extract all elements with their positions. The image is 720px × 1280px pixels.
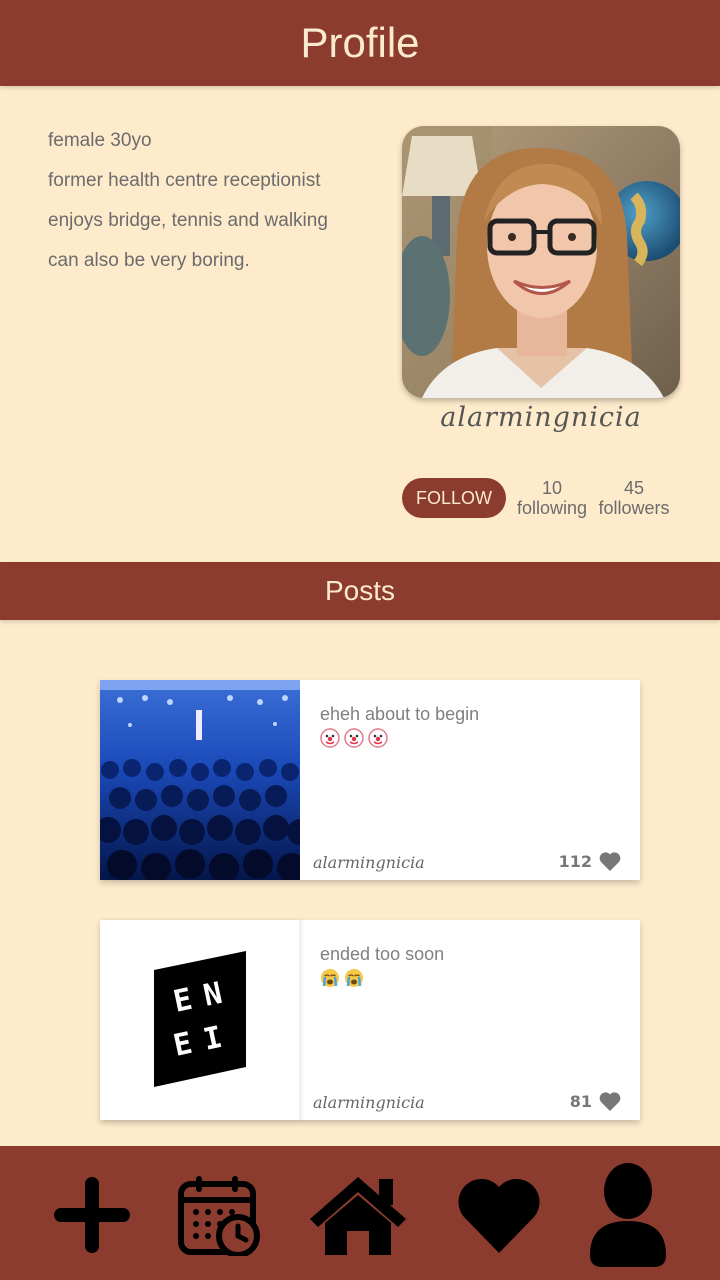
crying-emoji-icon <box>321 969 339 987</box>
bio-line: can also be very boring. <box>48 250 250 271</box>
following-label: following <box>516 498 588 518</box>
heart-icon[interactable] <box>598 850 622 872</box>
nav-schedule-button[interactable] <box>164 1160 274 1270</box>
top-app-bar: Profile <box>0 0 720 86</box>
profile-username: alarmingnicia <box>440 402 642 433</box>
nav-home-button[interactable] <box>303 1160 413 1270</box>
clown-emoji-icon <box>320 728 340 748</box>
clown-emoji-icon <box>344 728 364 748</box>
like-count: 112 <box>558 851 592 871</box>
home-icon <box>310 1177 406 1255</box>
page-title: Profile <box>300 19 420 66</box>
post-emojis <box>320 728 620 748</box>
following-count: 10 <box>541 478 563 498</box>
post-author[interactable]: alarmingnicia <box>313 853 425 872</box>
post-likes[interactable]: 81 <box>570 1090 622 1112</box>
followers-stat[interactable]: 45 followers <box>596 478 672 518</box>
crying-emoji-icon <box>345 969 363 987</box>
profile-avatar <box>402 126 680 398</box>
enei-logo-image: E N E I <box>154 951 246 1087</box>
bio-line: female 30yo <box>48 130 152 151</box>
post-card[interactable]: E N E I ended too soon alarmingnicia 81 <box>100 920 640 1120</box>
post-caption: ended too soon <box>320 944 445 964</box>
bio-line: enjoys bridge, tennis and walking <box>48 210 328 231</box>
posts-section-title: Posts <box>324 575 396 606</box>
heart-icon <box>458 1178 540 1253</box>
post-card[interactable]: eheh about to begin alarmingnicia 112 <box>100 680 640 880</box>
clown-emoji-icon <box>368 728 388 748</box>
avatar-photo <box>402 126 680 398</box>
profile-bio: female 30yo former health centre recepti… <box>48 126 368 286</box>
post-thumbnail[interactable] <box>100 680 300 880</box>
follow-button[interactable]: FOLLOW <box>402 478 506 518</box>
post-author[interactable]: alarmingnicia <box>313 1093 425 1112</box>
following-stat[interactable]: 10 following <box>512 478 592 518</box>
posts-section-header: Posts <box>0 562 720 620</box>
like-count: 81 <box>569 1091 592 1111</box>
nav-favorites-button[interactable] <box>444 1160 554 1270</box>
post-thumbnail[interactable]: E N E I <box>100 920 300 1120</box>
bio-line: former health centre receptionist <box>48 170 321 191</box>
post-text: ended too soon <box>320 942 620 988</box>
post-text: eheh about to begin <box>320 702 620 748</box>
post-caption: eheh about to begin <box>320 704 480 724</box>
followers-label: followers <box>598 498 670 518</box>
post-likes[interactable]: 112 <box>559 850 622 872</box>
add-icon <box>54 1177 130 1253</box>
heart-icon[interactable] <box>598 1090 622 1112</box>
nav-add-button[interactable] <box>37 1160 147 1270</box>
nav-profile-button[interactable] <box>573 1160 683 1270</box>
concert-crowd-image <box>100 680 300 880</box>
bottom-navigation <box>0 1146 720 1280</box>
calendar-clock-icon <box>178 1176 260 1256</box>
followers-count: 45 <box>623 478 645 498</box>
user-icon <box>590 1163 666 1267</box>
post-emojis <box>320 968 620 988</box>
